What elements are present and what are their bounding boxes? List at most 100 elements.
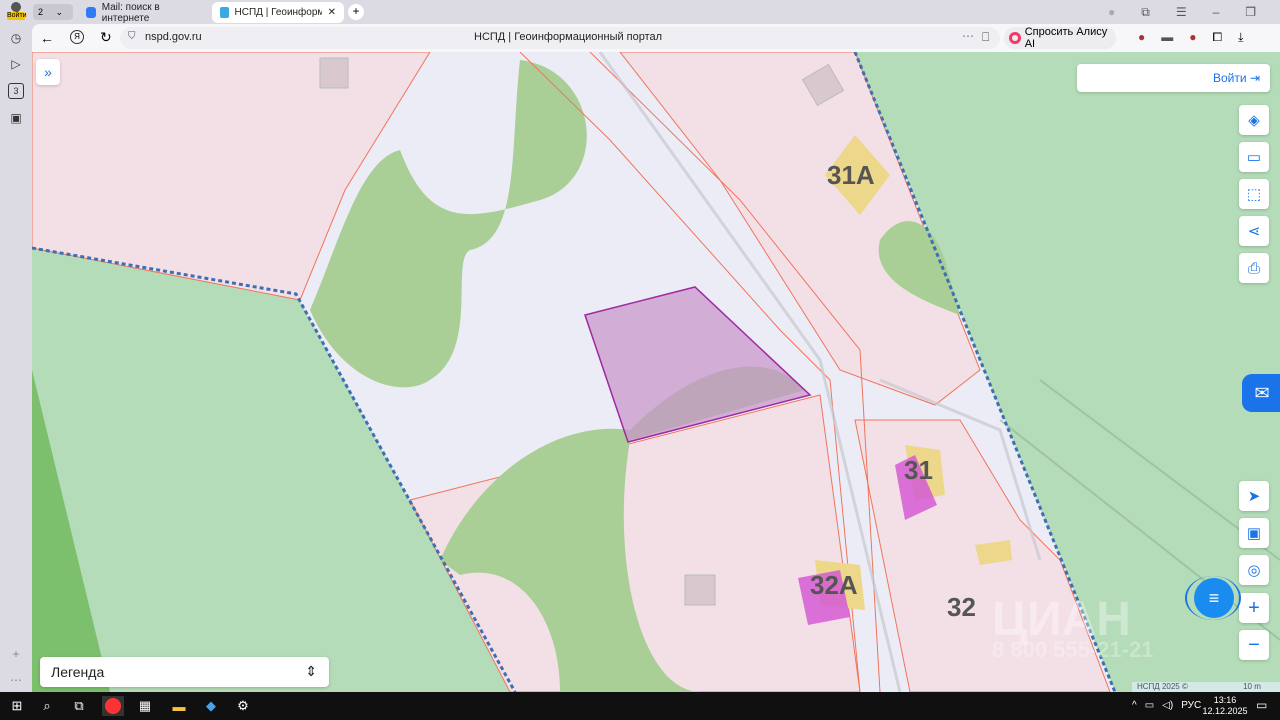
tab-mail[interactable]: Mail: поиск в интернете — [78, 1, 206, 24]
parcel-label: 32А — [810, 570, 858, 600]
minimap-icon: ▣ — [1246, 525, 1262, 542]
parcel-label: 31А — [827, 160, 875, 190]
history-icon[interactable]: ◷ — [8, 30, 24, 46]
share-icon: ⋖ — [1247, 223, 1261, 240]
extension-icon[interactable]: ● — [1138, 30, 1145, 45]
task-view-icon[interactable]: ⧉ — [68, 696, 90, 716]
legend-dropdown[interactable]: Легенда ⇕ — [40, 657, 329, 687]
chevron-updown-icon: ⇕ — [305, 663, 317, 679]
app-icon[interactable]: ▦ — [134, 696, 156, 716]
building — [684, 574, 716, 606]
login-label: Войти — [1213, 71, 1247, 85]
language-indicator[interactable]: РУС — [1181, 700, 1201, 711]
reload-icon[interactable]: ↻ — [100, 29, 112, 46]
play-icon[interactable]: ▷ — [8, 56, 24, 72]
menu-icon[interactable]: ☰ — [1176, 5, 1187, 20]
chat-icon: ≡ — [1208, 588, 1220, 608]
camera-icon[interactable]: ▣ — [8, 110, 24, 126]
new-tab-button[interactable]: + — [348, 4, 364, 20]
start-button[interactable]: ⊞ — [6, 696, 28, 716]
tab-group-button[interactable]: 2 ⌄ — [33, 4, 73, 20]
navigation-icon: ➤ — [1247, 488, 1261, 505]
more-icon[interactable]: ⋯ — [962, 29, 974, 43]
mail-icon — [86, 7, 96, 18]
minimize-button[interactable]: – — [1213, 5, 1220, 20]
shield-icon: ⛉ — [128, 31, 136, 42]
profile-label: Войти — [7, 12, 27, 20]
notifications-icon[interactable]: ▭ — [1256, 698, 1267, 712]
parcel-label: 31 — [904, 455, 933, 485]
tab-nspd[interactable]: НСПД | Геоинформаци ✕ — [212, 2, 344, 23]
minus-icon: − — [1248, 633, 1260, 656]
tab-title: НСПД | Геоинформаци — [234, 7, 322, 18]
settings-icon[interactable]: ⚙ — [232, 696, 254, 716]
back-icon[interactable]: ← — [40, 30, 54, 46]
add-icon[interactable]: + — [8, 646, 24, 662]
search-icon[interactable]: ⌕ — [36, 696, 58, 716]
profile-button[interactable]: Войти — [7, 2, 27, 22]
legend-label: Легенда — [51, 664, 105, 680]
share-button[interactable]: ⋖ — [1239, 216, 1269, 246]
explorer-icon[interactable]: ▬ — [168, 696, 190, 716]
alice-button[interactable]: Спросить Алису AI — [1004, 26, 1116, 50]
yandex-icon[interactable]: Я — [70, 30, 84, 44]
alice-label: Спросить Алису AI — [1024, 26, 1108, 50]
time: 13:16 — [1213, 695, 1237, 705]
measure-button[interactable]: ▭ — [1239, 142, 1269, 172]
feedback-tab[interactable]: ✉ — [1242, 374, 1280, 412]
url-text: nspd.gov.ru — [145, 31, 202, 43]
map-canvas[interactable]: 31А 31 32А 32 ЦИАН 8 800 555-21-21 » Вой… — [32, 52, 1280, 692]
user-icon[interactable]: ● — [1108, 5, 1115, 20]
download-icon[interactable]: ⤓ — [1238, 30, 1243, 45]
avatar-icon — [11, 2, 21, 12]
zoom-in-button[interactable]: + — [1239, 593, 1269, 623]
attribution: НСПД 2025 © — [1137, 682, 1188, 691]
address-bar: ← Я ↻ ⛉ nspd.gov.ru НСПД | Геоинформацио… — [32, 24, 1280, 52]
expand-panel-button[interactable]: » — [36, 59, 60, 85]
tab-title: Mail: поиск в интернете — [101, 1, 160, 24]
network-icon[interactable]: ▭ — [1145, 700, 1154, 711]
ruler-icon: ▭ — [1246, 149, 1262, 166]
date: 12.12.2025 — [1202, 706, 1248, 716]
sidebar-badge[interactable]: 3 — [8, 83, 24, 99]
locate-button[interactable]: ➤ — [1239, 481, 1269, 511]
collections-icon[interactable]: ⧉ — [1141, 5, 1150, 20]
print-icon: ⎙ — [1247, 259, 1260, 277]
tab-bar: Войти 2 ⌄ Mail: поиск в интернете НСПД |… — [0, 0, 1280, 24]
yandex-browser-icon[interactable] — [102, 696, 124, 716]
login-button[interactable]: Войти ⇥ — [1077, 64, 1270, 92]
app-icon[interactable]: ◆ — [200, 696, 222, 716]
volume-icon[interactable]: ◁) — [1162, 700, 1173, 711]
more-icon[interactable]: ⋯ — [8, 672, 24, 688]
extension-icon[interactable]: ● — [1189, 30, 1196, 45]
restore-button[interactable]: ❐ — [1245, 5, 1256, 20]
attribution-bar: НСПД 2025 © 10 m — [1132, 682, 1280, 692]
extension-icon[interactable]: ▬ — [1161, 30, 1173, 45]
tab-count: 2 — [38, 7, 44, 17]
close-icon[interactable]: ✕ — [328, 7, 336, 18]
chat-icon: ✉ — [1254, 383, 1270, 403]
page-title: НСПД | Геоинформационный портал — [474, 31, 663, 43]
plus-icon: + — [1248, 596, 1260, 619]
url-field[interactable]: ⛉ nspd.gov.ru НСПД | Геоинформационный п… — [120, 27, 1000, 49]
extensions-icon[interactable]: ⧠ — [1213, 30, 1223, 45]
layers-button[interactable]: ◈ — [1239, 105, 1269, 135]
target-icon: ◎ — [1247, 562, 1261, 579]
chevron-up-icon[interactable]: ^ — [1132, 700, 1137, 711]
window-controls: ●⧉☰–❐✕ — [1108, 5, 1280, 20]
system-tray: ^ ▭ ◁) РУС — [1132, 700, 1201, 711]
bookmark-icon[interactable]: ⎕ — [982, 30, 989, 45]
zoom-out-button[interactable]: − — [1239, 630, 1269, 660]
chat-button[interactable]: ≡ — [1194, 578, 1234, 618]
extensions: ● ▬ ● ⧠ ⤓ — [1138, 30, 1243, 45]
clock[interactable]: 13:16 12.12.2025 — [1200, 695, 1250, 717]
alice-icon — [1009, 32, 1021, 44]
print-button[interactable]: ⎙ — [1239, 253, 1269, 283]
select-area-button[interactable]: ⬚ — [1239, 179, 1269, 209]
chevron-down-icon: ⌄ — [55, 7, 64, 17]
building — [319, 57, 349, 89]
scale-bar: 10 m — [1232, 682, 1272, 692]
geolocation-button[interactable]: ◎ — [1239, 555, 1269, 585]
watermark-number: 8 800 555-21-21 — [992, 637, 1154, 662]
minimap-button[interactable]: ▣ — [1239, 518, 1269, 548]
